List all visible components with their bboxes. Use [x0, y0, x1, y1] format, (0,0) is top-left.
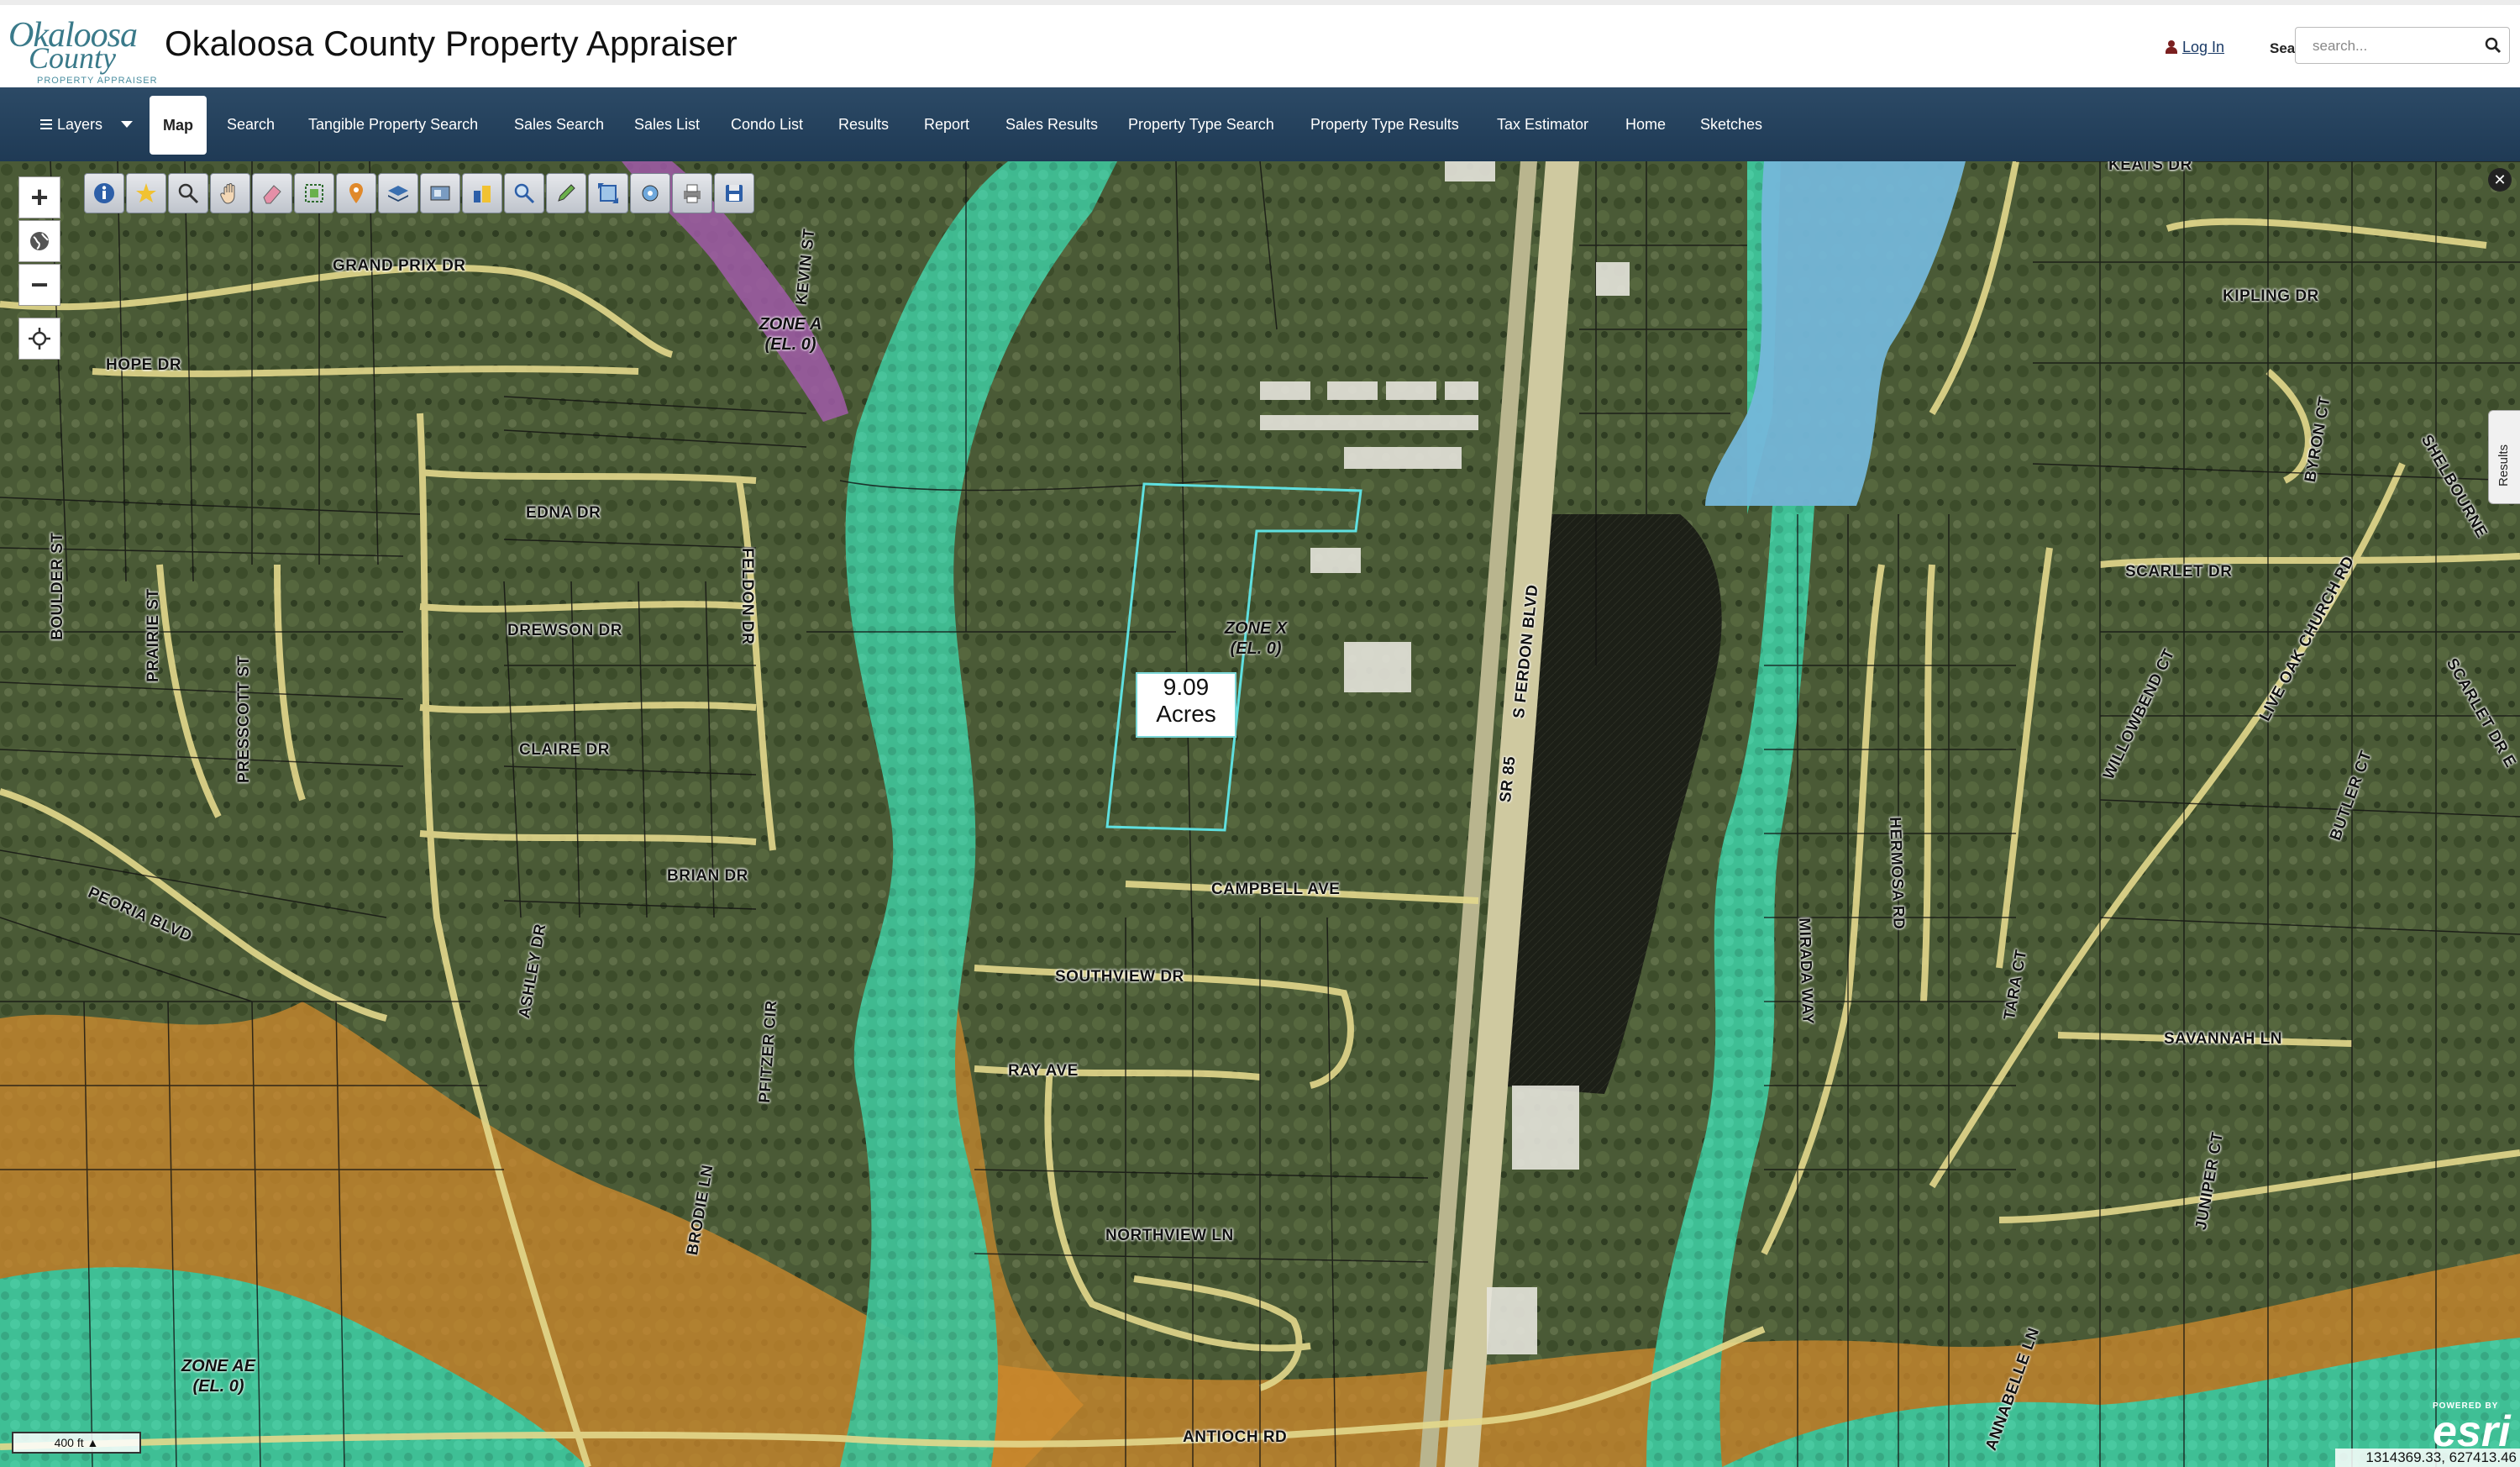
- zone-ae-label: ZONE AE (EL. 0): [168, 1356, 269, 1396]
- globe-icon: [30, 232, 49, 250]
- select-icon[interactable]: [294, 173, 334, 213]
- street-label: GRAND PRIX DR: [333, 257, 466, 275]
- acreage-unit: Acres: [1156, 701, 1216, 727]
- logo-line2: County: [29, 41, 116, 75]
- marker-icon[interactable]: [336, 173, 376, 213]
- street-label: PRESSCOTT ST: [235, 655, 253, 783]
- street-label: SCARLET DR: [2125, 563, 2233, 581]
- street-label: BOULDER ST: [49, 532, 66, 641]
- zoom-in-button[interactable]: +: [18, 176, 60, 218]
- nav-sketches[interactable]: Sketches: [1700, 87, 1762, 161]
- map-toolbar: [84, 173, 754, 213]
- scale-label: 400 ft: [54, 1436, 84, 1449]
- buildings-icon[interactable]: [462, 173, 502, 213]
- nav-property-type-results[interactable]: Property Type Results: [1310, 87, 1459, 161]
- street-label: MIRADA WAY: [1795, 918, 1817, 1025]
- nav-layers[interactable]: Layers: [40, 87, 134, 161]
- zone-line1: ZONE AE: [181, 1357, 256, 1375]
- street-label: SAVANNAH LN: [2164, 1030, 2282, 1048]
- zoom-out-button[interactable]: −: [18, 264, 60, 306]
- layers-icon: [40, 119, 52, 129]
- nav-results[interactable]: Results: [838, 87, 889, 161]
- street-label: EDNA DR: [526, 504, 601, 522]
- crosshair-icon: [29, 328, 50, 350]
- street-label: BRIAN DR: [667, 867, 748, 885]
- nav-sales-list[interactable]: Sales List: [634, 87, 700, 161]
- save-icon[interactable]: [714, 173, 754, 213]
- scale-bar[interactable]: 400 ft ▲: [12, 1432, 141, 1454]
- street-label: RAY AVE: [1008, 1062, 1079, 1080]
- street-label: PRAIRIE ST: [144, 588, 162, 682]
- street-label: CLAIRE DR: [519, 741, 610, 759]
- login-label: Log In: [2182, 39, 2225, 55]
- nav-layers-label: Layers: [57, 116, 103, 133]
- zone-line2: (EL. 0): [764, 335, 816, 354]
- nav-sales-results[interactable]: Sales Results: [1005, 87, 1098, 161]
- locate-button[interactable]: [18, 318, 60, 360]
- print-icon[interactable]: [672, 173, 712, 213]
- search-box: [2295, 27, 2510, 64]
- search-icon[interactable]: [2484, 36, 2502, 55]
- coordinate-readout: 1314369.33, 627413.46: [2335, 1449, 2520, 1467]
- esri-logo: POWERED BY esri: [2421, 1401, 2520, 1456]
- acreage-value: 9.09: [1163, 674, 1210, 700]
- map-canvas[interactable]: + − GRAND PRIX DR HOPE DR EDNA DR DREWSO…: [0, 161, 2520, 1467]
- zoom-select-icon[interactable]: [168, 173, 208, 213]
- results-panel-tab[interactable]: Results: [2488, 410, 2520, 504]
- zone-a-label: ZONE A (EL. 0): [744, 314, 837, 355]
- nav-home[interactable]: Home: [1625, 87, 1666, 161]
- logo-line3: PROPERTY APPRAISER: [37, 76, 158, 86]
- street-label: HERMOSA RD: [1886, 817, 1908, 930]
- aerial-imagery: [0, 161, 2520, 1467]
- login-link[interactable]: Log In: [2166, 39, 2224, 56]
- zone-line1: ZONE A: [759, 315, 822, 334]
- street-label: KEATS DR: [2108, 161, 2192, 174]
- nav-map[interactable]: Map: [150, 96, 207, 155]
- street-label: CAMPBELL AVE: [1211, 881, 1341, 898]
- nav-report[interactable]: Report: [924, 87, 969, 161]
- street-label: NORTHVIEW LN: [1105, 1227, 1234, 1244]
- zone-line2: (EL. 0): [192, 1377, 244, 1396]
- info-icon[interactable]: [84, 173, 124, 213]
- site-title: Okaloosa County Property Appraiser: [165, 24, 738, 63]
- street-label: HOPE DR: [106, 356, 182, 374]
- nav-property-type-search[interactable]: Property Type Search: [1128, 87, 1274, 161]
- nav-tangible-property-search[interactable]: Tangible Property Search: [308, 87, 478, 161]
- identify-icon[interactable]: [126, 173, 166, 213]
- pan-icon[interactable]: [210, 173, 250, 213]
- zone-x-label: ZONE X (EL. 0): [1210, 618, 1302, 659]
- locate-tool-icon[interactable]: [630, 173, 670, 213]
- caret-up-icon: ▲: [87, 1436, 99, 1449]
- close-icon[interactable]: ✕: [2488, 168, 2512, 192]
- street-label: SOUTHVIEW DR: [1055, 968, 1184, 986]
- nav-condo-list[interactable]: Condo List: [731, 87, 803, 161]
- draw-icon[interactable]: [546, 173, 586, 213]
- street-label: ANTIOCH RD: [1183, 1428, 1288, 1446]
- street-label: KIPLING DR: [2223, 287, 2319, 305]
- main-nav: Layers Map Search Tangible Property Sear…: [0, 87, 2520, 161]
- zone-line1: ZONE X: [1224, 619, 1288, 638]
- chevron-down-icon: [121, 121, 134, 128]
- layers-tool-icon[interactable]: [378, 173, 418, 213]
- street-label: DREWSON DR: [507, 622, 622, 639]
- nav-sales-search[interactable]: Sales Search: [514, 87, 604, 161]
- nav-tax-estimator[interactable]: Tax Estimator: [1497, 87, 1588, 161]
- search-input[interactable]: [2311, 34, 2474, 58]
- header: Okaloosa County PROPERTY APPRAISER Okalo…: [0, 0, 2520, 88]
- magnify-icon[interactable]: [504, 173, 544, 213]
- county-logo[interactable]: Okaloosa County PROPERTY APPRAISER: [3, 17, 157, 86]
- user-icon: [2166, 40, 2177, 54]
- erase-icon[interactable]: [252, 173, 292, 213]
- globe-button[interactable]: [18, 220, 60, 262]
- map-swap-icon[interactable]: [420, 173, 460, 213]
- parcel-acreage-label: 9.09 Acres: [1136, 672, 1236, 738]
- results-tab-label: Results: [2496, 444, 2511, 486]
- zone-line2: (EL. 0): [1230, 639, 1282, 658]
- street-label: FELDON DR: [738, 548, 756, 645]
- nav-search[interactable]: Search: [227, 87, 275, 161]
- extent-icon[interactable]: [588, 173, 628, 213]
